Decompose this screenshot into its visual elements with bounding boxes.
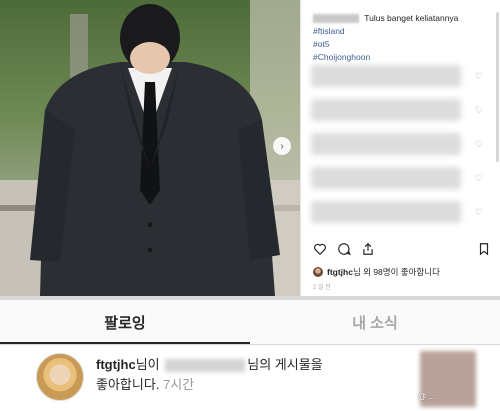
post-sidebar: Tulus banget keliatannya #ftisland #ot5 … [300, 0, 500, 296]
comment-row: ♡ [311, 62, 489, 90]
comments-scrollbar[interactable] [496, 12, 499, 162]
blurred-comment [311, 167, 461, 189]
share-icon[interactable] [361, 242, 375, 256]
bookmark-icon[interactable] [477, 242, 491, 256]
photo-illustration [0, 0, 300, 296]
post-caption: Tulus banget keliatannya #ftisland #ot5 … [313, 12, 491, 64]
post-photo[interactable]: › [0, 0, 300, 296]
tab-my-news[interactable]: 내 소식 [250, 300, 500, 344]
liker-avatar [313, 267, 323, 277]
blurred-comment [311, 201, 461, 223]
comment-row: ♡ [311, 130, 489, 158]
blurred-username [313, 14, 359, 24]
comment-row: ♡ [311, 198, 489, 226]
comment-like-icon[interactable]: ♡ [475, 105, 483, 116]
comments-list: ♡ ♡ ♡ ♡ ♡ [311, 62, 489, 232]
next-photo-button[interactable]: › [273, 137, 291, 155]
blurred-comment [311, 133, 461, 155]
activity-text-part-1: 님이 [135, 357, 160, 372]
tab-following[interactable]: 팔로잉 [0, 300, 250, 344]
comment-like-icon[interactable]: ♡ [475, 173, 483, 184]
likes-text: 님 외 98명이 좋아합니다 [352, 267, 440, 277]
activity-text-part-2: 님의 게시물을 [247, 357, 323, 372]
post-actions [313, 242, 375, 256]
comment-row: ♡ [311, 96, 489, 124]
activity-time: 7시간 [163, 377, 195, 392]
hashtag-ftisland[interactable]: #ftisland [313, 25, 491, 38]
comment-like-icon[interactable]: ♡ [475, 207, 483, 218]
caption-text: Tulus banget keliatannya [364, 13, 459, 23]
post-timestamp: 2 일 전 [313, 285, 331, 291]
activity-text-part-3: 좋아합니다. [96, 377, 160, 392]
comment-like-icon[interactable]: ♡ [475, 71, 483, 82]
comment-icon[interactable] [337, 242, 351, 256]
activity-text: ftgtjhc님이 님의 게시물을 좋아합니다. 7시간 [96, 355, 396, 395]
activity-username[interactable]: ftgtjhc [96, 357, 136, 372]
activity-item[interactable]: ftgtjhc님이 님의 게시물을 좋아합니다. 7시간 [0, 345, 500, 411]
blurred-comment [311, 99, 461, 121]
comment-row: ♡ [311, 164, 489, 192]
blurred-comment [311, 65, 461, 87]
blurred-target-username [165, 359, 246, 373]
activity-tabs: 팔로잉 내 소식 [0, 300, 500, 344]
comment-like-icon[interactable]: ♡ [475, 139, 483, 150]
liker-username[interactable]: ftgtjhc [327, 267, 353, 277]
likes-line[interactable]: ftgtjhc님 외 98명이 좋아합니다 [313, 266, 440, 278]
chevron-right-icon: › [280, 140, 284, 152]
watermark: @ ... [418, 392, 436, 401]
heart-icon[interactable] [313, 242, 327, 256]
hashtag-ot5[interactable]: #ot5 [313, 38, 491, 51]
avatar[interactable] [36, 353, 84, 401]
